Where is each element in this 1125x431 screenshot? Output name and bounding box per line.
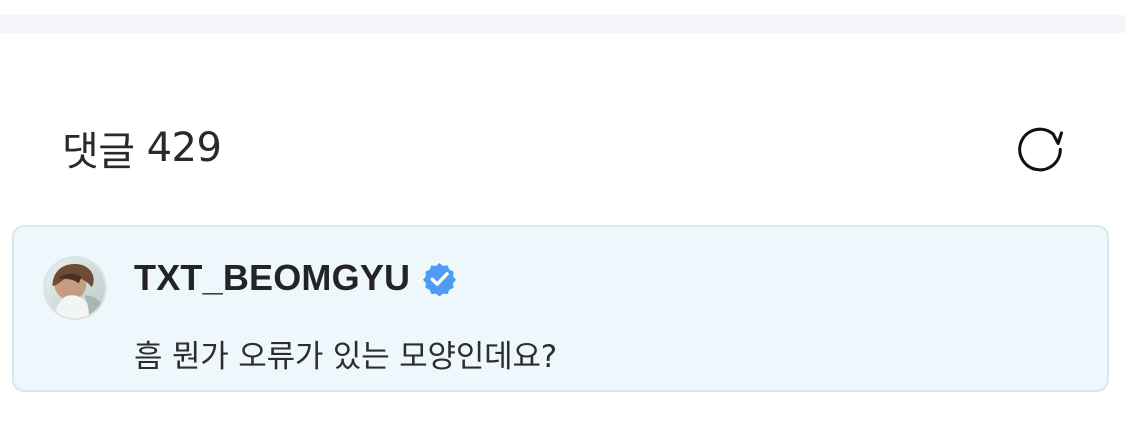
- verified-badge-icon: [423, 262, 457, 296]
- comment-author-row: TXT_BEOMGYU: [134, 253, 457, 303]
- comments-header: 댓글 429: [62, 118, 1071, 178]
- refresh-button[interactable]: [1009, 117, 1071, 179]
- profile-avatar-icon: [45, 258, 105, 318]
- comment-author-name[interactable]: TXT_BEOMGYU: [134, 257, 410, 299]
- refresh-icon: [1018, 127, 1064, 172]
- comments-title: 댓글 429: [62, 119, 222, 177]
- top-divider-strip: [0, 15, 1125, 33]
- highlighted-comment-card[interactable]: TXT_BEOMGYU 흠 뭔가 오류가 있는 모양인데요?: [12, 225, 1109, 392]
- comments-label: 댓글: [62, 129, 135, 175]
- comments-page: 댓글 429 TXT_BEOMGYU 흠 뭔가 오류가 있는 모양인데요?: [0, 0, 1125, 431]
- avatar[interactable]: [43, 256, 107, 320]
- comment-body: 흠 뭔가 오류가 있는 모양인데요?: [134, 339, 558, 375]
- comments-count: 429: [146, 125, 222, 171]
